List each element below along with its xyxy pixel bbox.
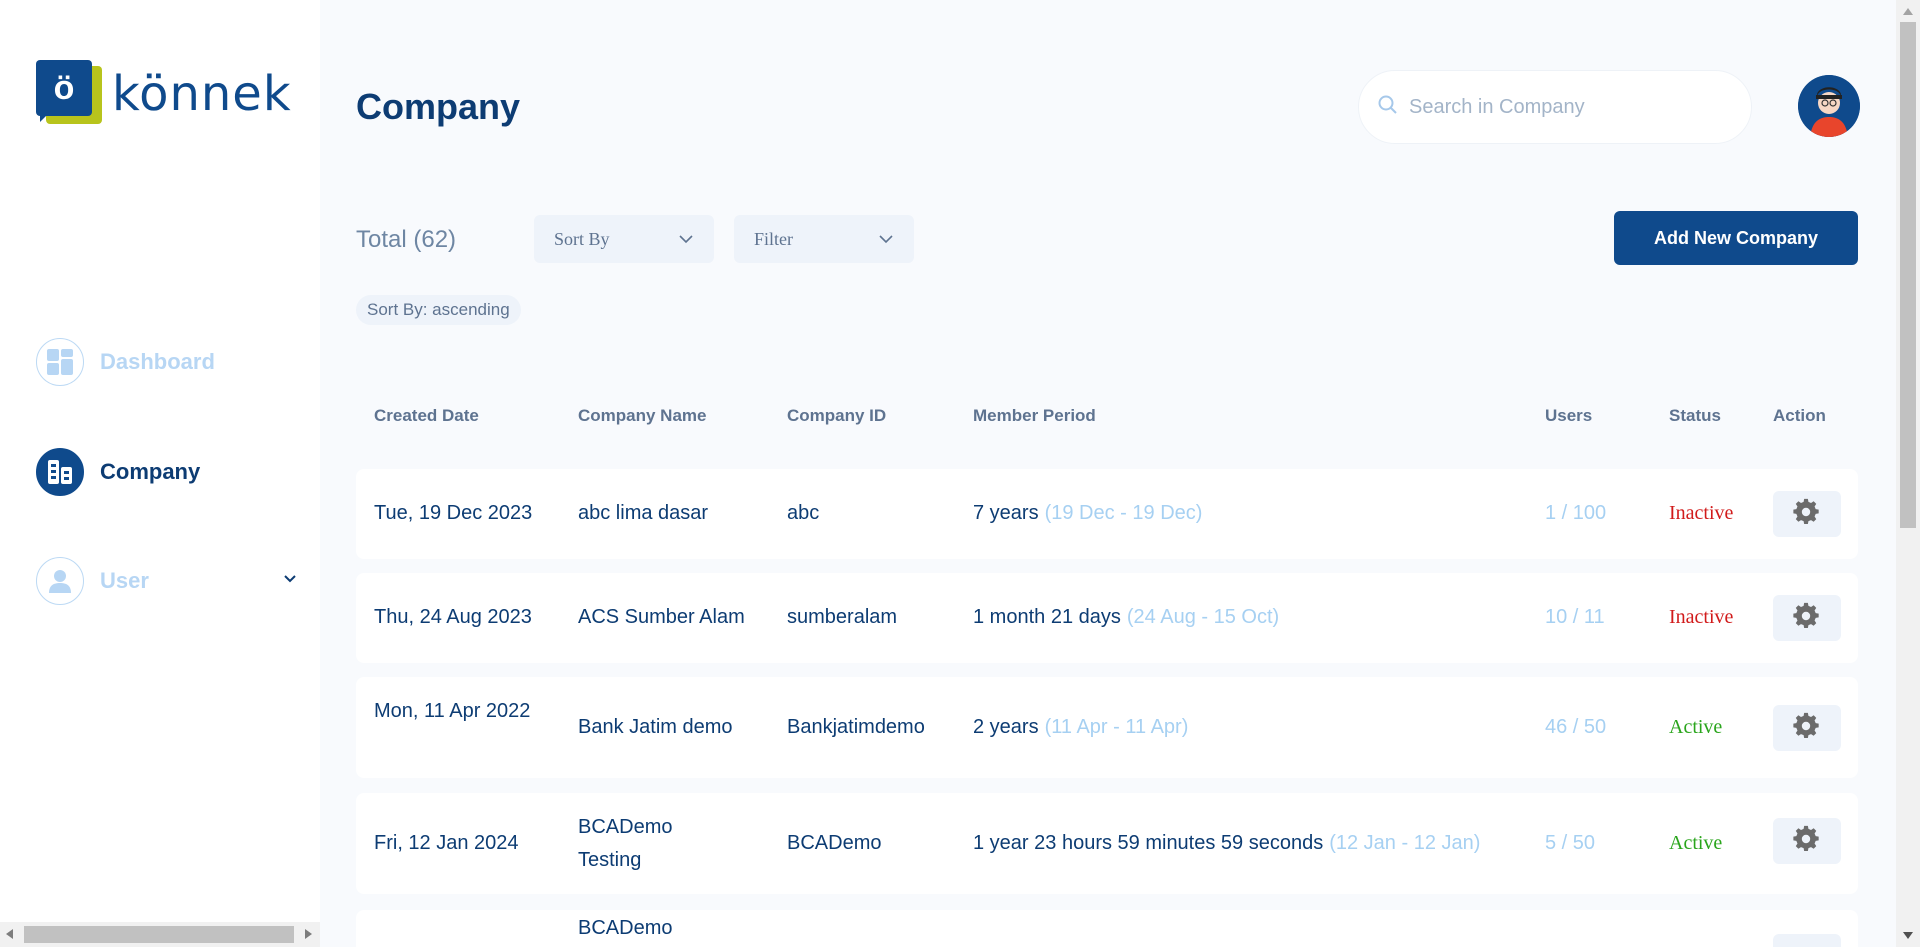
logo-mark: ö [36,60,104,128]
scrollbar-thumb[interactable] [1900,22,1916,528]
search-input[interactable] [1409,95,1729,119]
column-header-company-name[interactable]: Company Name [578,406,706,426]
building-icon [36,448,84,496]
company-name-cell: abc lima dasar [578,502,709,524]
created-date-cell: Tue, 19 Dec 2023 [374,502,533,524]
company-id-cell: sumberalam [787,606,898,628]
sort-by-dropdown[interactable]: Sort By [534,215,714,263]
company-id-cell: BCADemo [787,832,882,854]
users-cell: 5 / 50 [1545,832,1596,854]
company-name-cell: Bank Jatim demo [578,716,733,738]
page-title: Company [356,86,521,127]
chevron-down-icon [678,229,694,250]
search-icon [1377,94,1399,121]
user-icon [36,557,84,605]
gear-icon [1793,498,1821,531]
chevron-down-icon[interactable] [282,571,298,592]
member-period-duration: 1 year 23 hours 59 minutes 59 seconds [973,832,1324,854]
column-header-status[interactable]: Status [1669,406,1721,426]
total-count: Total (62) [356,226,457,253]
member-period-cell: 7 years (19 Dec - 19 Dec) [973,497,1202,530]
sidebar-item-dashboard[interactable]: Dashboard [36,338,298,386]
column-header-created-date[interactable]: Created Date [374,406,479,426]
gear-icon [1793,825,1821,858]
column-header-users[interactable]: Users [1545,406,1592,426]
sort-chip[interactable]: Sort By: ascending [356,295,521,325]
users-cell: 10 / 11 [1545,606,1605,628]
column-header-member-period[interactable]: Member Period [973,406,1096,426]
scroll-right-arrow-icon[interactable] [305,929,312,939]
member-period-range: (12 Jan - 12 Jan) [1329,832,1481,854]
created-date-cell: Thu, 24 Aug 2023 [374,606,532,628]
sort-by-label: Sort By [554,228,610,249]
scroll-up-arrow-icon[interactable] [1903,8,1913,15]
member-period-duration: 7 years [973,502,1039,524]
logo-text: könnek [112,66,292,122]
users-cell: 46 / 50 [1545,716,1607,738]
member-period-cell: 2 years (11 Apr - 11 Apr) [973,711,1188,744]
status-badge: Active [1669,832,1723,854]
company-name-cell: BCADemo [578,917,673,939]
table-row[interactable]: Fri, 12 Jan 2024 BCADemo Testing BCADemo… [356,793,1858,894]
table-row[interactable]: Tue, 19 Dec 2023 abc lima dasar abc 7 ye… [356,469,1858,559]
avatar[interactable] [1798,75,1860,137]
status-badge: Inactive [1669,606,1734,628]
member-period-range: (24 Aug - 15 Oct) [1126,606,1280,628]
status-badge: Inactive [1669,502,1734,524]
member-period-cell: 1 month 21 days (24 Aug - 15 Oct) [973,601,1279,634]
sidebar-item-label: Company [100,459,201,484]
filter-dropdown[interactable]: Filter [734,215,914,263]
sidebar-item-label: Dashboard [100,349,215,374]
created-date-cell: Mon, 11 Apr 2022 [374,700,531,722]
konnek-logo[interactable]: ö könnek [36,60,292,128]
table-row[interactable]: Thu, 24 Aug 2023 ACS Sumber Alam sumbera… [356,573,1858,663]
dashboard-icon [36,338,84,386]
sidebar: ö könnek Dashboard Company User [0,0,320,947]
settings-button[interactable] [1773,595,1841,641]
gear-icon [1793,712,1821,745]
created-date-cell: Fri, 12 Jan 2024 [374,832,519,854]
column-header-company-id[interactable]: Company ID [787,406,886,426]
search-box[interactable] [1358,70,1752,144]
settings-button[interactable] [1773,818,1841,864]
settings-button[interactable] [1773,491,1841,537]
company-id-cell: Bankjatimdemo [787,716,925,738]
scrollbar-thumb[interactable] [24,926,294,943]
horizontal-scrollbar[interactable] [0,922,320,947]
sidebar-item-user[interactable]: User [36,557,298,605]
company-id-cell: abc [787,502,820,524]
table-row[interactable]: Mon, 11 Apr 2022 Bank Jatim demo Bankjat… [356,677,1858,778]
scroll-down-arrow-icon[interactable] [1903,932,1913,939]
table-row[interactable]: BCADemo [356,910,1858,947]
sidebar-item-label: User [100,568,149,593]
gear-icon [1793,602,1821,635]
settings-button[interactable] [1773,705,1841,751]
logo-letter: ö [36,60,92,116]
add-new-company-button[interactable]: Add New Company [1614,211,1858,265]
filter-label: Filter [754,228,793,249]
sort-chip-label: Sort By: ascending [367,300,510,319]
company-name-cell: ACS Sumber Alam [578,606,745,628]
company-name-cell: BCADemo Testing [578,816,673,871]
vertical-scrollbar[interactable] [1896,0,1920,947]
sidebar-item-company[interactable]: Company [36,448,298,496]
chevron-down-icon [878,229,894,250]
status-badge: Active [1669,716,1723,738]
member-period-range: (19 Dec - 19 Dec) [1044,502,1203,524]
member-period-cell: 1 year 23 hours 59 minutes 59 seconds (1… [973,827,1480,860]
member-period-duration: 2 years [973,716,1039,738]
users-cell: 1 / 100 [1545,502,1607,524]
member-period-duration: 1 month 21 days [973,606,1121,628]
column-header-action: Action [1773,406,1826,425]
settings-button[interactable] [1773,934,1841,947]
member-period-range: (11 Apr - 11 Apr) [1044,716,1189,738]
scroll-left-arrow-icon[interactable] [6,929,13,939]
